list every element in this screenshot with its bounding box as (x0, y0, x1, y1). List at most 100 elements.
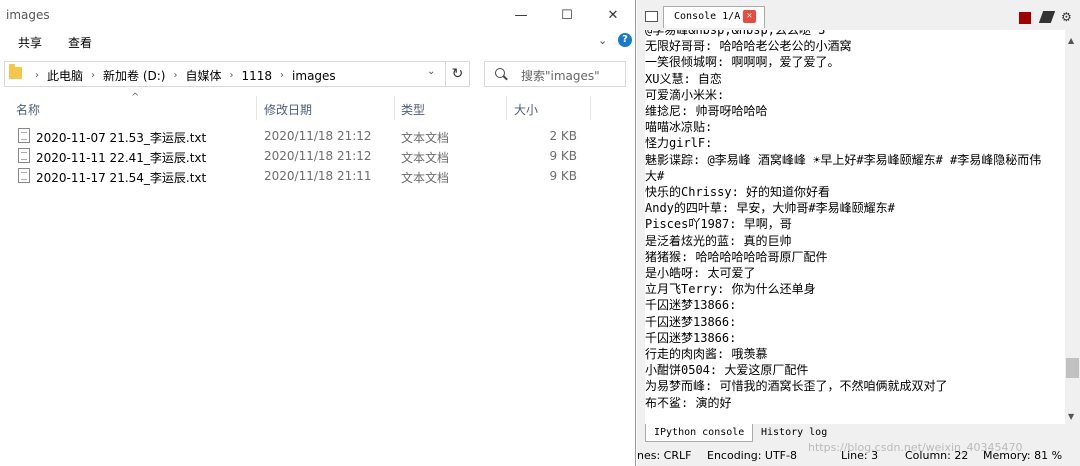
folder-icon (9, 64, 22, 79)
console-tab-label: Console 1/A (674, 11, 741, 22)
refresh-icon[interactable]: ↻ (445, 62, 469, 86)
console-line: 无限好哥哥: 哈哈哈老公老公的小酒窝 (645, 39, 852, 54)
scrollbar-thumb[interactable] (1066, 358, 1079, 378)
scroll-up-icon[interactable]: ▲ (1068, 36, 1074, 45)
file-size: 2 KB (549, 129, 577, 143)
console-line: 可爱滴小米米: (645, 87, 725, 102)
console-line: 大# (645, 168, 665, 183)
console-line: 喵喵冰凉贴: (645, 120, 713, 135)
tab-ipython-console[interactable]: IPython console (645, 424, 754, 442)
console-lines: @李易峰&nbsp;&nbsp;么么哒^3^ 无限好哥哥: 哈哈哈老公老公的小酒窝… (645, 30, 1041, 411)
file-name: 2020-11-17 21.54_李运辰.txt (36, 171, 207, 185)
breadcrumb-this-pc[interactable]: 此电脑 (47, 67, 83, 84)
text-file-icon (18, 128, 30, 143)
tab-console[interactable]: Console 1/A ✕ (663, 6, 765, 28)
breadcrumb-separator-icon: › (35, 70, 39, 81)
console-line: 千囚迷梦13866: (645, 330, 737, 345)
breadcrumb-1118[interactable]: 1118 (242, 69, 273, 83)
console-line: 布不鲨: 演的好 (645, 395, 732, 410)
breadcrumb-separator-icon[interactable]: › (230, 70, 234, 81)
file-row[interactable]: 2020-11-17 21.54_李运辰.txt 2020/11/18 21:1… (16, 167, 592, 187)
text-file-icon (18, 168, 30, 183)
ipython-console-pane: Console 1/A ✕ ⚙ @李易峰&nbsp;&nbsp;么么哒^3^ 无限… (637, 0, 1080, 466)
address-dropdown-icon[interactable]: ⌄ (427, 66, 435, 77)
status-eol: nes: CRLF (637, 449, 692, 462)
search-icon (495, 68, 505, 78)
console-line: 是小皓呀: 太可爱了 (645, 266, 756, 281)
maximize-button[interactable]: ☐ (544, 0, 590, 30)
console-line: 维捻尼: 帅哥呀哈哈哈 (645, 104, 768, 119)
console-line: 怪力girlF: (645, 136, 713, 151)
breadcrumb-images[interactable]: images (292, 69, 336, 83)
console-line: 猪猪猴: 哈哈哈哈哈哈哥原厂配件 (645, 249, 828, 264)
ribbon-tab-share[interactable]: 共享 (18, 34, 42, 51)
stop-icon[interactable] (1019, 12, 1031, 24)
file-date: 2020/11/18 21:12 (264, 149, 372, 163)
column-divider[interactable] (506, 96, 507, 120)
console-output[interactable]: @李易峰&nbsp;&nbsp;么么哒^3^ 无限好哥哥: 哈哈哈老公老公的小酒窝… (645, 30, 1065, 424)
file-row[interactable]: 2020-11-11 22.41_李运辰.txt 2020/11/18 21:1… (16, 147, 592, 167)
console-scrollbar[interactable]: ▲ ▼ (1065, 30, 1080, 424)
file-name: 2020-11-07 21.53_李运辰.txt (36, 131, 207, 145)
ribbon-tab-view[interactable]: 查看 (68, 34, 92, 51)
breadcrumb-media[interactable]: 自媒体 (185, 67, 221, 84)
console-line: 魅影谍踪: @李易峰 酒窝峰峰 ☀早上好#李易峰颐耀东# #李易峰隐秘而伟 (645, 152, 1042, 167)
column-divider[interactable] (256, 96, 257, 120)
ribbon: 共享 查看 ⌄ ? (0, 30, 636, 56)
watermark: https://blog.csdn.net/weixin_40345470 (808, 441, 1023, 454)
console-line: Andy的四叶草: 早安，大帅哥#李易峰颐耀东# (645, 201, 895, 216)
console-line: 千囚迷梦13866: (645, 314, 737, 329)
tab-history-log[interactable]: History log (753, 424, 835, 442)
console-line: 立月飞Terry: 你为什么还单身 (645, 282, 816, 297)
console-line: 一笑很倾城啊: 啊啊啊，爱了爱了。 (645, 55, 840, 70)
file-row[interactable]: 2020-11-07 21.53_李运辰.txt 2020/11/18 21:1… (16, 127, 592, 147)
file-name: 2020-11-11 22.41_李运辰.txt (36, 151, 207, 165)
breadcrumb-separator-icon[interactable]: › (91, 70, 95, 81)
file-type: 文本文档 (401, 151, 450, 165)
file-type: 文本文档 (401, 131, 450, 145)
eraser-icon[interactable] (1038, 11, 1056, 23)
file-explorer-window: images — ☐ ✕ 共享 查看 ⌄ ? › 此电脑 › 新加卷 (D:) … (0, 0, 636, 466)
console-line: @李易峰&nbsp;&nbsp;么么哒^3^ (645, 30, 833, 37)
gear-icon[interactable]: ⚙ (1061, 10, 1072, 24)
breadcrumb-separator-icon[interactable]: › (173, 70, 177, 81)
minimize-button[interactable]: — (498, 0, 544, 30)
breadcrumb: › 此电脑 › 新加卷 (D:) › 自媒体 › 1118 › images (27, 67, 336, 84)
console-line: 快乐的Chrissy: 好的知道你好看 (645, 185, 831, 200)
file-date: 2020/11/18 21:11 (264, 169, 372, 183)
console-line: 为易梦而峰: 可惜我的酒窝长歪了，不然咱俩就成双对了 (645, 379, 948, 394)
file-date: 2020/11/18 21:12 (264, 129, 372, 143)
column-divider[interactable] (590, 96, 591, 120)
console-line: Pisces吖1987: 早啊，哥 (645, 217, 792, 232)
console-line: 小酣饼0504: 大爱这原厂配件 (645, 363, 809, 378)
column-header-size[interactable]: 大小 (514, 101, 538, 118)
console-toolbar: Console 1/A ✕ ⚙ (637, 0, 1080, 30)
column-header-type[interactable]: 类型 (401, 101, 425, 118)
close-button[interactable]: ✕ (590, 0, 636, 30)
ribbon-collapse-icon[interactable]: ⌄ (598, 34, 607, 47)
console-line: 千囚迷梦13866: (645, 298, 737, 313)
console-line: XU义慧: 自恋 (645, 71, 722, 86)
window-title: images (6, 8, 50, 22)
help-icon[interactable]: ? (618, 33, 632, 47)
console-line: 行走的肉肉酱: 哦羡慕 (645, 347, 768, 362)
file-size: 9 KB (549, 169, 577, 183)
console-line: 是泛着炫光的蓝: 真的巨帅 (645, 233, 792, 248)
column-header-date[interactable]: 修改日期 (264, 101, 312, 118)
breadcrumb-separator-icon[interactable]: › (280, 70, 284, 81)
address-bar[interactable]: › 此电脑 › 新加卷 (D:) › 自媒体 › 1118 › images ⌄… (4, 61, 470, 87)
browse-tabs-icon[interactable] (645, 11, 658, 22)
file-size: 9 KB (549, 149, 577, 163)
search-box[interactable]: 搜索"images" (484, 61, 626, 87)
scroll-down-icon[interactable]: ▼ (1068, 412, 1074, 421)
explorer-titlebar: images — ☐ ✕ (0, 0, 636, 30)
close-icon[interactable]: ✕ (743, 10, 756, 23)
column-divider[interactable] (394, 96, 395, 120)
sort-ascending-icon: ^ (131, 92, 140, 103)
breadcrumb-drive[interactable]: 新加卷 (D:) (103, 67, 165, 84)
search-placeholder: 搜索"images" (521, 69, 600, 83)
file-type: 文本文档 (401, 171, 450, 185)
status-encoding: Encoding: UTF-8 (707, 449, 797, 462)
column-header-name[interactable]: 名称 (16, 101, 40, 118)
text-file-icon (18, 148, 30, 163)
